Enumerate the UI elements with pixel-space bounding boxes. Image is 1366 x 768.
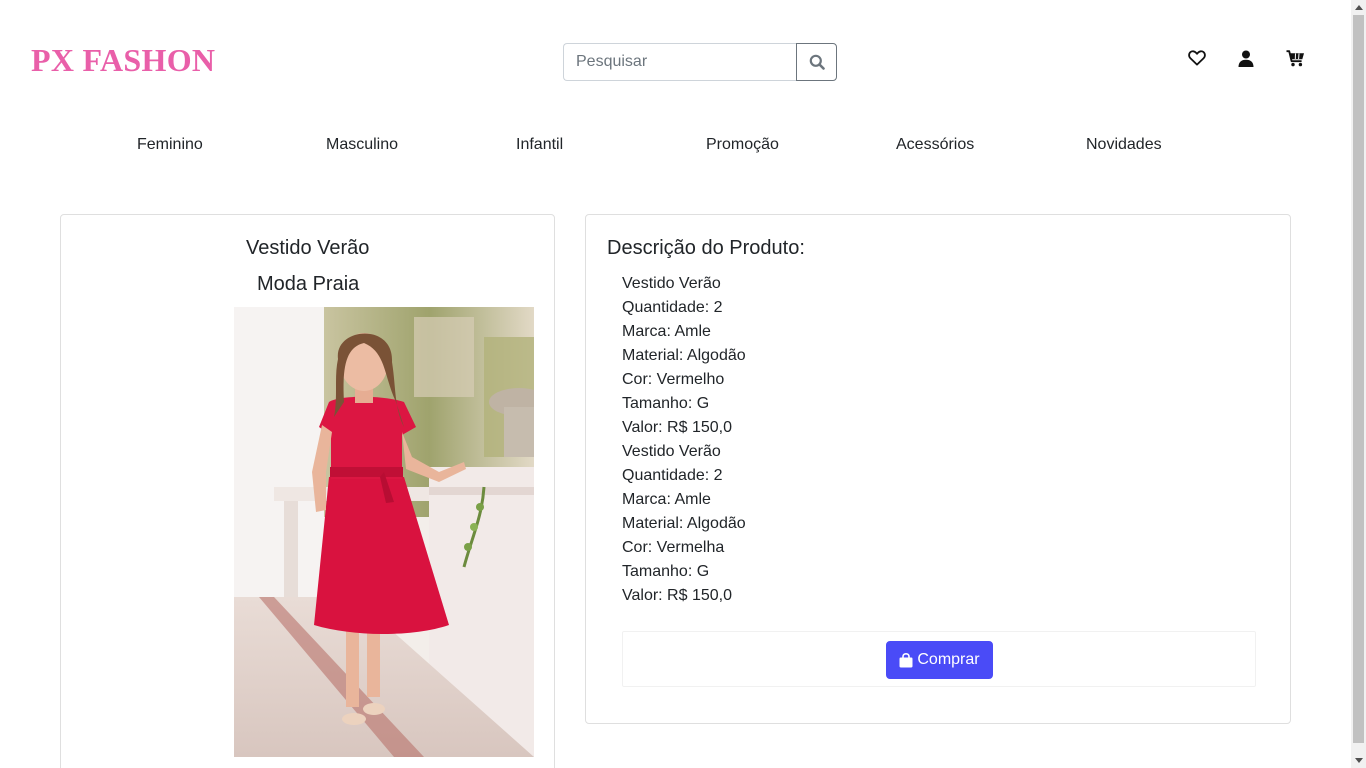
account-button[interactable] — [1235, 47, 1257, 69]
search-bar — [563, 43, 837, 81]
description-line: Valor: R$ 150,0 — [622, 419, 732, 436]
nav-item-feminino[interactable]: Feminino — [137, 136, 203, 154]
shopping-bag-icon — [899, 652, 913, 667]
header-icons — [1186, 47, 1333, 69]
arrow-up-icon — [1354, 5, 1363, 10]
nav-item-novidades[interactable]: Novidades — [1086, 136, 1162, 154]
product-subtitle: Moda Praia — [257, 273, 360, 295]
buy-area: Comprar — [622, 631, 1256, 687]
description-line: Cor: Vermelha — [622, 539, 725, 556]
user-icon — [1238, 50, 1254, 67]
description-line: Material: Algodão — [622, 347, 746, 364]
scroll-down-arrow[interactable] — [1351, 753, 1366, 768]
heart-icon — [1188, 50, 1206, 66]
description-line: Quantidade: 2 — [622, 467, 723, 484]
site-logo[interactable]: PX FASHON — [31, 42, 215, 79]
description-line: Material: Algodão — [622, 515, 746, 532]
description-line: Quantidade: 2 — [622, 299, 723, 316]
description-line: Marca: Amle — [622, 323, 711, 340]
scrollbar-thumb[interactable] — [1353, 15, 1364, 743]
search-icon — [809, 54, 825, 70]
page: PX FASHON Pesquisar Feminino Masculino I… — [0, 0, 1351, 768]
buy-button[interactable]: Comprar — [886, 641, 993, 679]
product-card: Vestido Verão Moda Praia — [60, 214, 555, 768]
description-line: Valor: R$ 150,0 — [622, 587, 732, 604]
description-line: Tamanho: G — [622, 395, 710, 412]
nav-item-infantil[interactable]: Infantil — [516, 136, 563, 154]
nav-item-masculino[interactable]: Masculino — [326, 136, 398, 154]
cart-icon — [1286, 49, 1304, 66]
description-line: Marca: Amle — [622, 491, 711, 508]
search-button[interactable] — [796, 43, 837, 81]
description-line: Vestido Verão — [622, 275, 721, 292]
description-line: Cor: Vermelho — [622, 371, 725, 388]
description-line: Vestido Verão — [622, 443, 721, 460]
search-input[interactable] — [563, 43, 796, 81]
description-line: Tamanho: G — [622, 563, 710, 580]
buy-button-label: Comprar — [917, 651, 980, 668]
scroll-up-arrow[interactable] — [1351, 0, 1366, 15]
nav-item-promocao[interactable]: Promoção — [706, 136, 779, 154]
vertical-scrollbar[interactable] — [1351, 0, 1366, 768]
wishlist-button[interactable] — [1186, 47, 1208, 69]
description-list: Vestido Verão Quantidade: 2 Marca: Amle … — [622, 272, 746, 608]
description-title: Descrição do Produto: — [607, 237, 805, 259]
product-image[interactable] — [234, 307, 534, 757]
nav-item-acessorios[interactable]: Acessórios — [896, 136, 974, 154]
cart-button[interactable] — [1284, 47, 1306, 69]
arrow-down-icon — [1354, 758, 1363, 763]
product-title: Vestido Verão — [246, 237, 370, 259]
description-card: Descrição do Produto: Vestido Verão Quan… — [585, 214, 1291, 724]
